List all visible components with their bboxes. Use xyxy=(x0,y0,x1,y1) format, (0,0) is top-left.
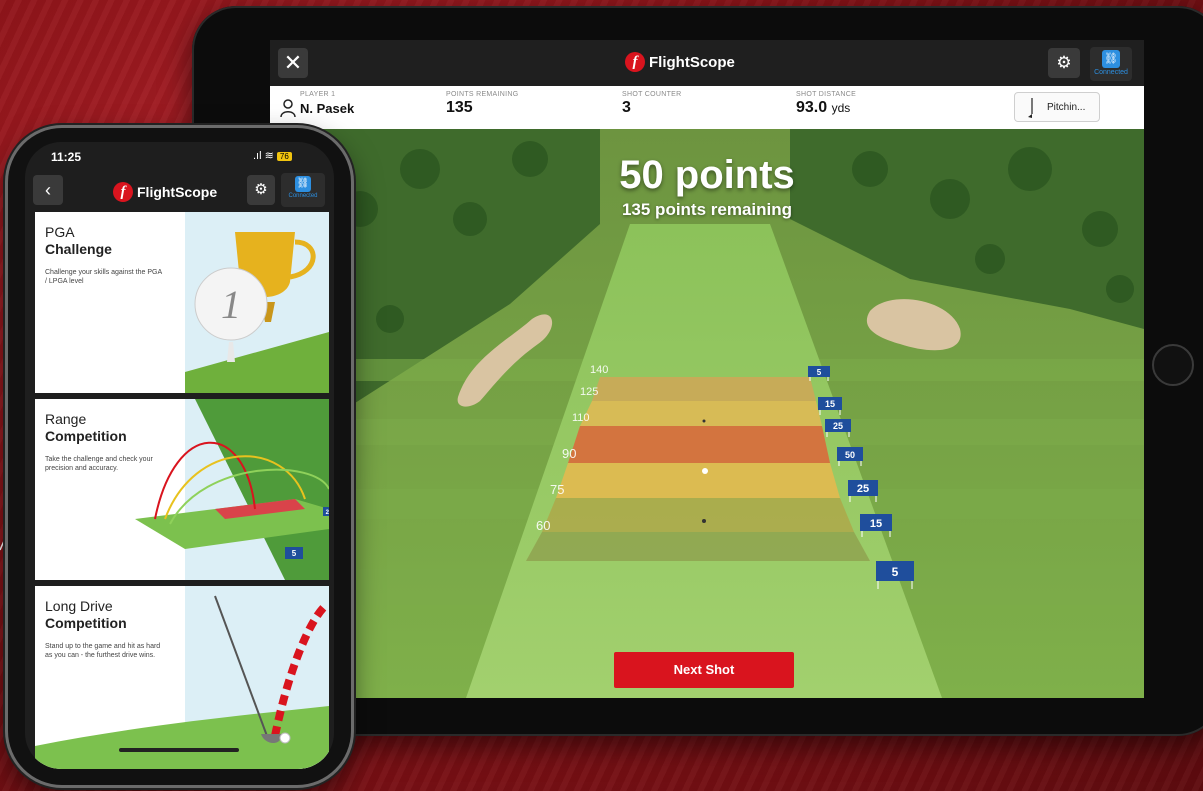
player-name: N. Pasek xyxy=(300,101,355,116)
card-description: Challenge your skills against the PGA / … xyxy=(45,269,162,285)
yard-label: 125 xyxy=(580,386,598,398)
yard-label: 90 xyxy=(562,446,576,461)
settings-button[interactable]: ⚙ xyxy=(1048,48,1080,78)
target-zone-125 xyxy=(580,401,822,426)
points-remaining-stat: POINTS REMAINING 135 xyxy=(446,91,518,117)
gear-icon: ⚙ xyxy=(1056,53,1072,72)
status-indicators: .ıl ≋ 76 xyxy=(253,149,292,162)
game-card-pga-challenge[interactable]: 1 PGA Challenge Challenge your skills aga… xyxy=(35,212,329,393)
link-icon: ⛓ xyxy=(295,176,311,192)
target-zone-75 xyxy=(542,498,854,532)
points-earned-title: 50 points xyxy=(619,153,795,197)
tablet-screen: ✕ f FlightScope ⚙ ⛓ Connected PLAYER 1 N… xyxy=(270,40,1144,698)
tablet-top-bar: ✕ f FlightScope ⚙ ⛓ Connected xyxy=(270,40,1144,86)
svg-text:50: 50 xyxy=(845,450,855,460)
target-zone-140 xyxy=(592,377,816,401)
battery-icon: 76 xyxy=(276,152,292,161)
shot-distance-stat: SHOT DISTANCE 93.0 yds xyxy=(796,91,856,117)
yard-label: 140 xyxy=(590,364,608,376)
target-zone-90 xyxy=(556,463,840,498)
ball-marker xyxy=(702,419,706,423)
connected-label: Connected xyxy=(1094,69,1128,76)
driving-range-view: 140 125 110 90 75 60 5 15 25 50 25 15 5 … xyxy=(270,129,1144,698)
next-shot-button[interactable]: Next Shot xyxy=(614,652,794,688)
shot-counter-stat: SHOT COUNTER 3 xyxy=(622,91,681,117)
status-time: 11:25 xyxy=(51,150,82,164)
svg-text:5: 5 xyxy=(292,549,297,558)
svg-text:5: 5 xyxy=(892,565,899,579)
close-button[interactable]: ✕ xyxy=(278,48,308,78)
target-zone-60 xyxy=(526,532,870,561)
player-label: PLAYER 1 xyxy=(300,91,336,98)
connection-status-button[interactable]: ⛓ Connected xyxy=(1090,47,1132,81)
shot-distance-unit: yds xyxy=(831,101,851,115)
card-title: Long Drive Competition xyxy=(45,598,127,631)
tablet-home-button xyxy=(1152,344,1194,386)
card-description: Take the challenge and check your precis… xyxy=(45,456,153,472)
gear-icon: ⚙ xyxy=(254,181,268,198)
club-select-button[interactable]: Pitchin... xyxy=(1014,92,1100,122)
flightscope-logo-icon: f xyxy=(113,182,133,202)
signal-wifi-icon: .ıl ≋ xyxy=(253,150,274,162)
flightscope-logo-icon: f xyxy=(625,52,645,72)
shot-distance-value: 93.0 xyxy=(796,99,828,116)
svg-text:15: 15 xyxy=(870,518,882,530)
stats-bar: PLAYER 1 N. Pasek POINTS REMAINING 135 S… xyxy=(270,86,1144,129)
connection-status-button[interactable]: ⛓ Connected xyxy=(281,173,325,207)
yard-label: 60 xyxy=(536,518,550,533)
game-card-range-competition[interactable]: 25 5 RangeCompetition Take the challenge… xyxy=(35,399,329,580)
back-button[interactable]: ‹ xyxy=(33,175,63,205)
card-title: PGA Challenge xyxy=(45,224,112,257)
user-icon xyxy=(280,99,296,118)
phone-top-bar: ‹ f FlightScope ⚙ ⛓ Connected xyxy=(25,172,334,210)
home-indicator[interactable] xyxy=(119,748,239,752)
shot-distance-label: SHOT DISTANCE xyxy=(796,91,857,98)
connected-label: Connected xyxy=(288,193,318,199)
card-title: Range Competition xyxy=(45,411,127,444)
game-card-long-drive-competition[interactable]: Long Drive Competition Stand up to the ga… xyxy=(35,586,329,769)
svg-text:25: 25 xyxy=(326,510,329,516)
club-label: Pitchin... xyxy=(1047,102,1086,113)
ball-marker xyxy=(702,519,706,523)
svg-text:5: 5 xyxy=(817,368,822,377)
yard-label: 75 xyxy=(550,482,564,497)
points-remaining-value: 135 xyxy=(446,99,473,116)
close-icon: ✕ xyxy=(283,50,303,75)
brand-logo: f FlightScope xyxy=(625,52,735,72)
ball-marker xyxy=(702,468,708,474)
svg-text:25: 25 xyxy=(833,421,843,431)
link-icon: ⛓ xyxy=(1102,50,1120,68)
player-stat: PLAYER 1 N. Pasek xyxy=(300,91,354,116)
yard-label: 110 xyxy=(572,412,590,424)
chevron-left-icon: ‹ xyxy=(45,180,51,200)
points-remaining-subtitle: 135 points remaining xyxy=(621,200,793,219)
phone-screen: 11:25 .ıl ≋ 76 ‹ f FlightScope ⚙ ⛓ Conne… xyxy=(25,142,334,769)
phone-device: 11:25 .ıl ≋ 76 ‹ f FlightScope ⚙ ⛓ Conne… xyxy=(8,128,351,785)
rank-badge: 1 xyxy=(221,282,241,327)
shot-counter-value: 3 xyxy=(622,99,631,116)
golf-club-icon xyxy=(1028,98,1033,118)
card-description: Stand up to the game and hit as hard as … xyxy=(45,643,161,659)
brand-name: FlightScope xyxy=(649,53,735,71)
brand-name: FlightScope xyxy=(137,184,218,200)
target-zone-110 xyxy=(568,426,830,463)
status-bar: 11:25 .ıl ≋ 76 xyxy=(25,142,334,172)
settings-button[interactable]: ⚙ xyxy=(247,175,275,205)
shot-counter-label: SHOT COUNTER xyxy=(622,91,682,98)
brand-logo: f FlightScope xyxy=(113,182,217,202)
svg-text:15: 15 xyxy=(825,399,835,409)
points-remaining-label: POINTS REMAINING xyxy=(446,91,519,98)
svg-text:25: 25 xyxy=(857,483,869,495)
